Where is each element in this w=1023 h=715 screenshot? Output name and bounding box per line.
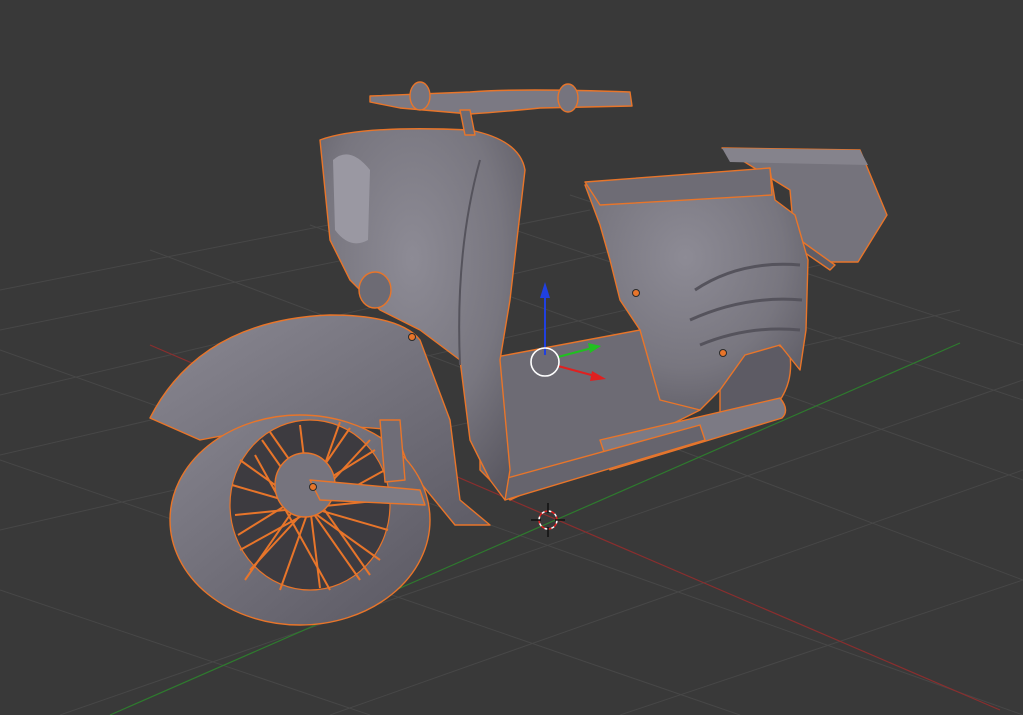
- 3d-viewport[interactable]: [0, 0, 1023, 715]
- object-origin-icon[interactable]: [408, 333, 416, 341]
- object-origin-icon[interactable]: [309, 483, 317, 491]
- 3d-cursor-icon[interactable]: [531, 503, 565, 537]
- scooter-mesh[interactable]: [149, 81, 888, 626]
- viewport-canvas[interactable]: [0, 0, 1023, 715]
- gizmo-z-arrowhead[interactable]: [540, 282, 550, 298]
- object-origin-icon[interactable]: [632, 289, 640, 297]
- object-origin-icon[interactable]: [719, 349, 727, 357]
